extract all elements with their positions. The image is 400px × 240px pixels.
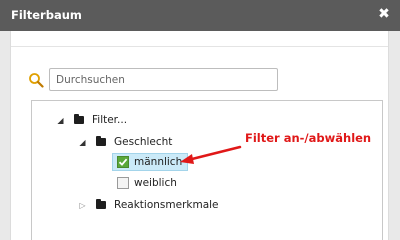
expanded-toggle-icon[interactable]: ◢ [56,116,65,125]
tree-item-maennlich[interactable]: männlich [112,153,189,171]
tree-item-weiblich[interactable]: weiblich [112,174,183,192]
tree-item-label: männlich [134,156,183,168]
search-icon [29,73,44,88]
tree-node-geschlecht[interactable]: ◢ Geschlecht [78,133,172,151]
dialog-title: Filterbaum [11,8,82,22]
expanded-toggle-icon[interactable]: ◢ [78,138,87,147]
tree-node-label: Filter... [92,114,128,126]
folder-icon [96,199,106,209]
filter-tree: ◢ Filter... ◢ Geschlecht männlich weibli… [31,100,383,240]
tree-item-label: weiblich [134,177,177,189]
tree-node-reaktionsmerkmale[interactable]: ▷ Reaktionsmerkmale [78,196,219,214]
folder-icon [96,136,106,146]
annotation-text: Filter an-/abwählen [245,131,372,145]
close-icon[interactable]: ✖ [377,7,391,21]
collapsed-toggle-icon[interactable]: ▷ [78,201,87,210]
tree-node-label: Geschlecht [114,136,173,148]
panel-header-strip [11,31,388,47]
search-input[interactable] [49,68,278,91]
checkbox-checked-icon[interactable] [117,156,129,168]
tree-node-root[interactable]: ◢ Filter... [56,111,127,129]
folder-icon [74,114,84,124]
dialog-titlebar: Filterbaum ✖ [0,0,400,31]
checkbox-unchecked-icon[interactable] [117,177,129,189]
tree-node-label: Reaktionsmerkmale [114,199,219,211]
red-arrow-icon [180,145,242,164]
